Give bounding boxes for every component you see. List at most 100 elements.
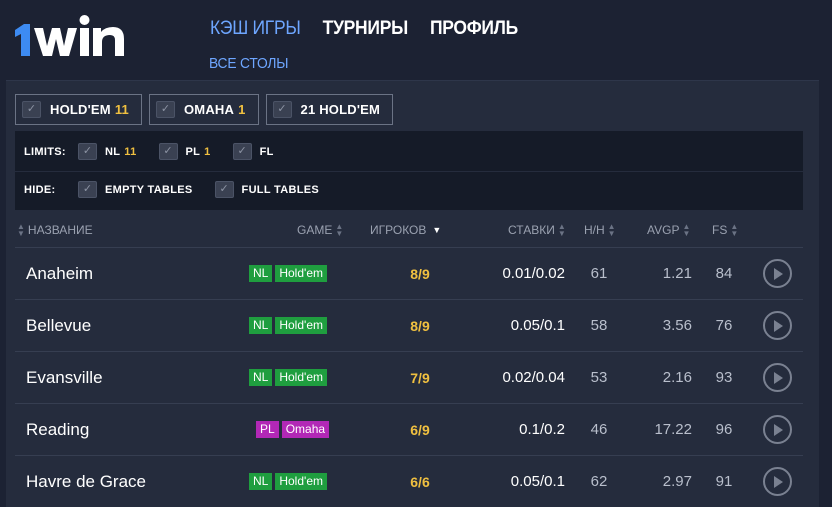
- play-button[interactable]: [763, 352, 792, 403]
- filter-holdem-label: HOLD'EM: [50, 102, 111, 117]
- filter-holdem[interactable]: ✓ HOLD'EM 11: [15, 94, 142, 125]
- limit-nl-count: 11: [124, 145, 137, 158]
- play-button[interactable]: [763, 404, 792, 455]
- stakes: 0.01/0.02: [502, 265, 565, 282]
- nav-profile[interactable]: ПРОФИЛЬ: [430, 18, 518, 40]
- filter-omaha-count: 1: [238, 102, 246, 117]
- col-stakes-label: СТАВКИ: [508, 223, 555, 238]
- nav-all-tables[interactable]: ВСЕ СТОЛЫ: [209, 55, 288, 72]
- table-row[interactable]: Evansville NL Hold'em 7/9 0.02/0.04 53 2…: [15, 351, 803, 402]
- hands-per-hour: 53: [590, 369, 608, 386]
- average-pot: 2.16: [662, 369, 692, 386]
- players-count: 6/9: [410, 421, 430, 438]
- checkbox-icon[interactable]: ✓: [232, 143, 252, 160]
- play-button[interactable]: [763, 456, 792, 507]
- hands-per-hour: 61: [590, 265, 608, 282]
- limit-badge: NL: [249, 473, 273, 490]
- limit-nl-label: NL: [105, 145, 121, 158]
- main-nav: КЭШ ИГРЫ ТУРНИРЫ ПРОФИЛЬ: [210, 18, 518, 40]
- table-name: Havre de Grace: [26, 471, 146, 491]
- stakes: 0.05/0.1: [510, 317, 565, 334]
- filter-21-holdem[interactable]: ✓ 21 HOLD'EM: [265, 94, 394, 125]
- table-row[interactable]: Bellevue NL Hold'em 8/9 0.05/0.1 58 3.56…: [15, 299, 803, 350]
- checkbox-icon[interactable]: ✓: [78, 181, 97, 198]
- nav-cash-games[interactable]: КЭШ ИГРЫ: [210, 18, 301, 40]
- checkbox-icon[interactable]: ✓: [155, 101, 175, 118]
- nav-tournaments[interactable]: ТУРНИРЫ: [323, 18, 409, 40]
- filter-omaha-label: OMAHA: [183, 102, 235, 117]
- play-icon[interactable]: [763, 415, 792, 444]
- hide-full-label: FULL TABLES: [241, 183, 319, 196]
- limit-badge: NL: [249, 265, 273, 282]
- game-badge: Omaha: [281, 421, 330, 438]
- col-players[interactable]: ИГРОКОВ ▼: [370, 223, 441, 237]
- checkbox-icon[interactable]: ✓: [22, 101, 41, 118]
- flop-seen: 96: [715, 421, 733, 438]
- checkbox-icon[interactable]: ✓: [272, 101, 292, 118]
- col-fs-label: FS: [712, 223, 728, 238]
- play-icon[interactable]: [763, 363, 792, 392]
- sort-icon: ▲ ▼: [607, 222, 616, 239]
- checkbox-icon[interactable]: ✓: [214, 181, 234, 198]
- table-header: ▲ ▼ НАЗВАНИЕ GAME ▲ ▼ ИГРОКОВ ▼ СТАВКИ ▲ ▼ …: [6, 217, 803, 245]
- checkbox-icon[interactable]: ✓: [158, 143, 178, 160]
- play-icon[interactable]: [763, 311, 792, 340]
- game-badge: Hold'em: [275, 369, 327, 386]
- col-game[interactable]: GAME ▲ ▼: [297, 222, 346, 238]
- play-button[interactable]: [763, 248, 792, 299]
- table-row[interactable]: Reading PL Omaha 6/9 0.1/0.2 46 17.22 96: [15, 403, 803, 454]
- lobby-panel: ✓ HOLD'EM 11 ✓ OMAHA 1 ✓ 21 HOLD'EM LIMITS…: [6, 80, 819, 507]
- play-icon[interactable]: [763, 467, 792, 496]
- hide-full-tables[interactable]: ✓ FULL TABLES: [214, 181, 319, 198]
- divider: [15, 171, 803, 172]
- sort-icon: ▲ ▼: [682, 222, 691, 239]
- limit-hide-filters: LIMITS: ✓ NL 11 ✓ PL 1 ✓ FL HIDE: ✓ EMPTY …: [15, 131, 803, 210]
- flop-seen: 76: [715, 317, 733, 334]
- table-name: Anaheim: [26, 263, 94, 283]
- col-name[interactable]: ▲ ▼ НАЗВАНИЕ: [14, 222, 93, 238]
- checkbox-icon[interactable]: ✓: [78, 143, 97, 160]
- hide-empty-tables[interactable]: ✓ EMPTY TABLES: [78, 181, 193, 198]
- flop-seen: 93: [715, 369, 733, 386]
- limit-badge: NL: [249, 317, 273, 334]
- game-badge: Hold'em: [275, 265, 327, 282]
- col-players-label: ИГРОКОВ: [370, 223, 427, 237]
- col-stakes[interactable]: СТАВКИ ▲ ▼: [508, 222, 569, 239]
- hands-per-hour: 62: [590, 473, 608, 490]
- col-hh[interactable]: H/H ▲ ▼: [584, 222, 619, 239]
- sort-icon: ▲ ▼: [730, 222, 739, 239]
- hide-row: HIDE: ✓ EMPTY TABLES ✓ FULL TABLES: [24, 181, 341, 198]
- col-name-label: НАЗВАНИЕ: [27, 223, 93, 238]
- limit-badge: NL: [249, 369, 273, 386]
- limit-option-fl[interactable]: ✓ FL: [232, 143, 274, 160]
- flop-seen: 84: [715, 265, 733, 282]
- logo-1win[interactable]: [12, 4, 146, 64]
- filter-21-holdem-label: 21 HOLD'EM: [300, 102, 381, 117]
- limit-badge: PL: [256, 421, 279, 438]
- col-avgp-label: AVGP: [647, 223, 680, 238]
- limit-option-pl[interactable]: ✓ PL 1: [158, 143, 211, 160]
- filter-omaha[interactable]: ✓ OMAHA 1: [148, 94, 259, 125]
- play-button[interactable]: [763, 300, 792, 351]
- table-row[interactable]: Anaheim NL Hold'em 8/9 0.01/0.02 61 1.21…: [15, 247, 803, 298]
- col-game-label: GAME: [297, 223, 333, 238]
- table-name: Reading: [26, 419, 90, 439]
- limit-pl-label: PL: [185, 145, 201, 158]
- average-pot: 3.56: [662, 317, 692, 334]
- play-icon[interactable]: [763, 259, 792, 288]
- sort-icon: ▲ ▼: [557, 222, 566, 239]
- game-badge: Hold'em: [275, 473, 327, 490]
- game-badges: NL Hold'em: [249, 456, 327, 507]
- stakes: 0.02/0.04: [502, 369, 565, 386]
- players-count: 8/9: [410, 317, 430, 334]
- game-badges: NL Hold'em: [249, 352, 327, 403]
- stakes: 0.05/0.1: [510, 473, 565, 490]
- logo-icon: [15, 15, 124, 56]
- col-fs[interactable]: FS ▲ ▼: [712, 222, 741, 239]
- limits-row: LIMITS: ✓ NL 11 ✓ PL 1 ✓ FL: [24, 143, 296, 160]
- table-row[interactable]: Havre de Grace NL Hold'em 6/6 0.05/0.1 6…: [15, 455, 803, 506]
- col-avgp[interactable]: AVGP ▲ ▼: [647, 222, 693, 239]
- limit-option-nl[interactable]: ✓ NL 11: [78, 143, 137, 160]
- average-pot: 17.22: [654, 421, 692, 438]
- players-count: 8/9: [410, 265, 430, 282]
